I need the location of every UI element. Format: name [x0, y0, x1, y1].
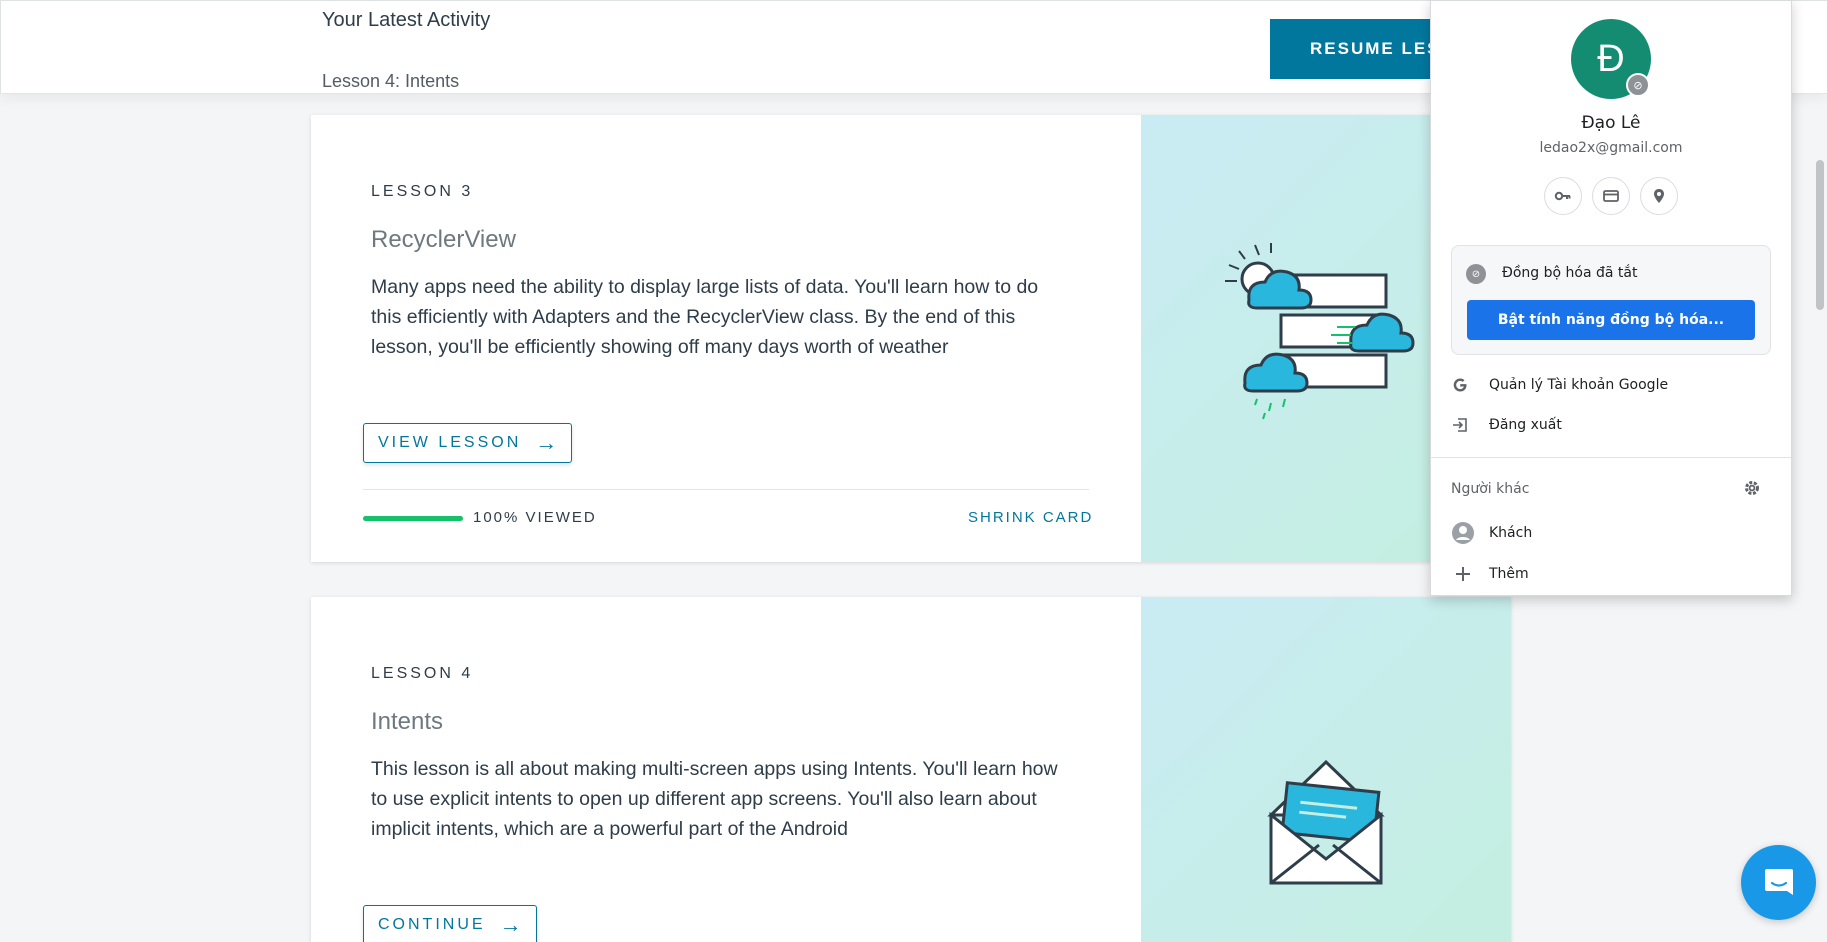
lesson-title: RecyclerView: [371, 226, 516, 253]
sync-panel: ⊘ Đồng bộ hóa đã tắt Bật tính năng đồng …: [1451, 245, 1771, 355]
profile-popup: Đ ⊘ Đạo Lê ledao2x@gmail.com ⊘ Đồng bộ h…: [1430, 0, 1792, 596]
location-pin-icon[interactable]: [1640, 177, 1678, 215]
lesson-card: LESSON 4 Intents This lesson is all abou…: [311, 597, 1511, 942]
lesson-art: [1141, 597, 1511, 942]
view-lesson-label: VIEW LESSON: [378, 434, 522, 451]
continue-label: CONTINUE: [378, 916, 486, 933]
latest-activity-lesson: Lesson 4: Intents: [322, 71, 460, 91]
google-g-icon: [1451, 376, 1469, 394]
guest-profile[interactable]: Khách: [1451, 521, 1532, 545]
sync-off-badge-icon: ⊘: [1626, 73, 1650, 97]
card-divider: [363, 489, 1089, 490]
sign-out-label: Đăng xuất: [1489, 417, 1562, 433]
passwords-key-icon[interactable]: [1544, 177, 1582, 215]
guest-label: Khách: [1489, 525, 1533, 541]
profile-shortcuts: [1544, 177, 1678, 215]
arrow-right-icon: →: [535, 430, 558, 455]
gear-icon[interactable]: [1743, 479, 1761, 501]
shrink-card-link[interactable]: SHRINK CARD: [968, 509, 1093, 526]
sync-status: Đồng bộ hóa đã tắt: [1502, 265, 1638, 281]
guest-avatar-icon: [1451, 521, 1475, 545]
scrollbar-thumb[interactable]: [1816, 160, 1824, 310]
arrow-right-icon: →: [499, 912, 522, 937]
manage-account-label: Quản lý Tài khoản Google: [1489, 377, 1669, 393]
popup-divider: [1431, 457, 1791, 458]
profile-name: Đạo Lê: [1581, 113, 1641, 133]
sync-off-icon: ⊘: [1466, 264, 1486, 284]
other-people-label: Người khác: [1451, 481, 1530, 497]
lesson-number: LESSON 3: [371, 183, 474, 200]
envelope-icon: [1267, 759, 1385, 885]
turn-on-sync-button[interactable]: Bật tính năng đồng bộ hóa...: [1467, 300, 1755, 340]
chat-icon: [1764, 868, 1793, 895]
continue-button[interactable]: CONTINUE →: [363, 905, 537, 942]
progress-text: 100% VIEWED: [473, 509, 597, 526]
view-lesson-button[interactable]: VIEW LESSON →: [363, 423, 573, 463]
plus-icon: [1451, 562, 1475, 586]
lesson-description: This lesson is all about making multi-sc…: [371, 758, 1058, 840]
sign-out-icon: [1451, 416, 1469, 434]
add-profile[interactable]: Thêm: [1451, 562, 1529, 586]
sign-out[interactable]: Đăng xuất: [1451, 416, 1562, 434]
profile-email: ledao2x@gmail.com: [1539, 140, 1683, 156]
payment-card-icon[interactable]: [1592, 177, 1630, 215]
progress-fill: [363, 516, 463, 521]
lesson-title: Intents: [371, 708, 444, 735]
latest-activity-title: Your Latest Activity: [322, 9, 491, 31]
lesson-number: LESSON 4: [371, 665, 474, 682]
add-label: Thêm: [1489, 566, 1529, 582]
manage-google-account[interactable]: Quản lý Tài khoản Google: [1451, 376, 1668, 394]
chat-launcher-button[interactable]: [1741, 845, 1816, 920]
lesson-card: LESSON 3 RecyclerView Many apps need the…: [311, 115, 1511, 562]
progress-bar: [363, 516, 463, 521]
lesson-description: Many apps need the ability to display la…: [371, 276, 1039, 358]
